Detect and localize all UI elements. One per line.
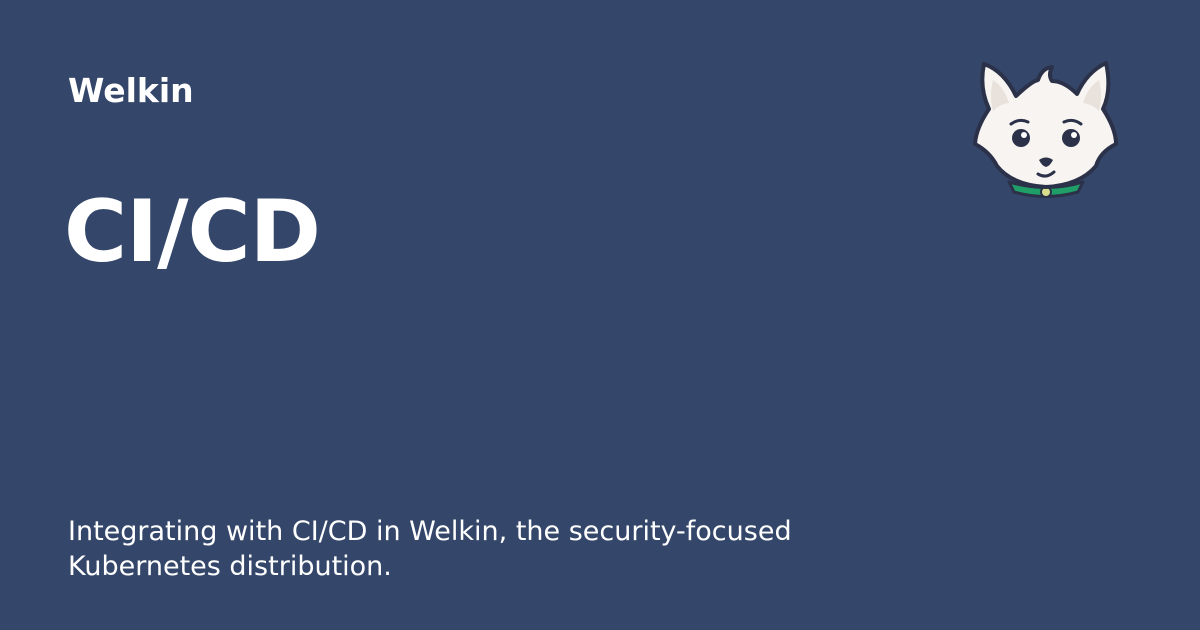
page-description: Integrating with CI/CD in Welkin, the se…	[68, 516, 792, 582]
page-title: CI/CD	[64, 182, 321, 282]
brand-name: Welkin	[68, 71, 194, 110]
fox-mascot-icon	[966, 56, 1126, 206]
social-card: Welkin CI/CD Integrating with CI/CD in W…	[0, 0, 1200, 630]
